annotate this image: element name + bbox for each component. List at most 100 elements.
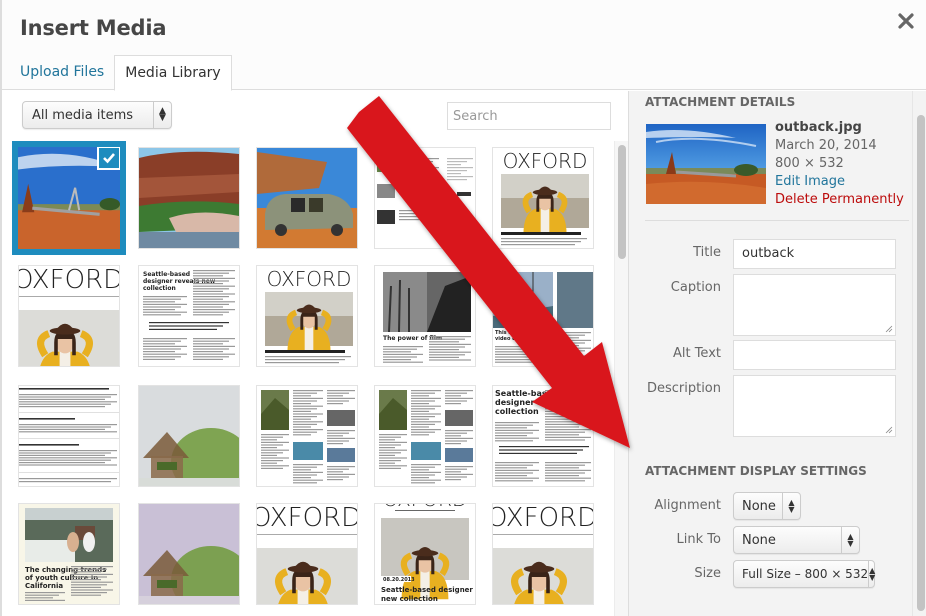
alt-text-label: Alt Text <box>672 346 721 361</box>
thumbnail-image: OXFORD <box>257 266 357 366</box>
details-divider <box>645 220 909 221</box>
svg-text:of youth culture in: of youth culture in <box>25 574 98 582</box>
attachment-thumbnail[interactable] <box>138 147 240 249</box>
attachment-sidebar: Attachment Details outback.jpg March 20,… <box>628 91 926 616</box>
select-arrows-icon: ▲ ▼ <box>841 527 859 553</box>
svg-text:OXFORD: OXFORD <box>19 266 119 295</box>
thumbnail-image <box>375 386 475 486</box>
link-to-value: None <box>742 532 776 548</box>
description-textarea[interactable] <box>733 375 896 437</box>
svg-text:The changing trends: The changing trends <box>25 566 106 574</box>
modal-tabs: Upload Files Media Library <box>10 55 232 91</box>
svg-text:OXFORD: OXFORD <box>493 504 593 533</box>
attachment-thumbnail[interactable] <box>256 385 358 487</box>
attachment-thumbnail[interactable]: OXFORD <box>492 147 594 249</box>
alignment-value: None <box>742 498 776 514</box>
sidebar-scrollbar[interactable] <box>912 91 926 616</box>
svg-text:video documentary: video documentary <box>495 336 550 342</box>
attachment-thumbnail[interactable]: OXFORD <box>18 265 120 367</box>
select-arrows-icon: ▲ ▼ <box>153 102 171 128</box>
attachment-thumbnail[interactable] <box>138 503 240 605</box>
size-select[interactable]: Full Size – 800 × 532 ▲ ▼ <box>733 560 875 588</box>
attachment-date: March 20, 2014 <box>775 138 877 153</box>
svg-text:08.20.2013: 08.20.2013 <box>383 577 415 583</box>
attachment-thumbnail[interactable] <box>374 385 476 487</box>
thumbnail-image <box>375 148 475 248</box>
svg-text:collection: collection <box>143 285 176 292</box>
attachment-thumbnail[interactable]: The changing trends of youth culture in Ca… <box>18 503 120 605</box>
thumbnail-image: OXFORD <box>19 266 119 366</box>
svg-text:Seattle-based: Seattle-based <box>143 271 190 278</box>
thumbnail-image <box>257 148 357 248</box>
attachment-thumbnail[interactable]: OXFORD <box>256 503 358 605</box>
attachment-thumbnail[interactable]: OXFORD <box>492 503 594 605</box>
size-value: Full Size – 800 × 532 <box>742 567 869 581</box>
svg-text:OXFORD: OXFORD <box>503 149 588 173</box>
thumbnail-image: OXFORD <box>257 504 357 604</box>
media-browser: All media items ▲▼ OXFORD OXFORD Seattle… <box>4 91 628 616</box>
attachment-thumbnail[interactable]: This storm will pass video documentary <box>492 265 594 367</box>
thumbnail-image: OXFORD <box>493 148 593 248</box>
svg-text:new collection: new collection <box>381 595 438 603</box>
title-label: Title <box>693 245 721 260</box>
edit-image-link[interactable]: Edit Image <box>775 173 904 191</box>
attachment-thumbnail[interactable] <box>14 143 124 253</box>
insert-media-modal: Insert Media Upload Files Media Library … <box>0 0 926 616</box>
attachment-thumbnail[interactable]: The power of film <box>374 265 476 367</box>
close-icon <box>898 13 914 29</box>
attachment-dimensions: 800 × 532 <box>775 156 844 171</box>
svg-text:OXFORD: OXFORD <box>267 267 352 291</box>
caption-label: Caption <box>670 280 721 295</box>
modal-header: Insert Media Upload Files Media Library <box>2 0 926 91</box>
media-filter-value: All media items <box>32 107 134 123</box>
thumbnail-image: This storm will passvideo documentary <box>493 266 593 366</box>
attachment-thumbnail[interactable]: Seattle-based designer reveals new collect… <box>492 385 594 487</box>
thumbnail-image: Seattle-baseddesigner reveals newcollect… <box>493 386 593 486</box>
attachment-thumbnail[interactable]: OXFORD <box>256 265 358 367</box>
attachment-thumbnail[interactable] <box>138 385 240 487</box>
delete-permanently-link[interactable]: Delete Permanently <box>775 191 904 209</box>
svg-text:California: California <box>25 582 63 590</box>
attachment-meta: outback.jpg March 20, 2014 800 × 532 Edi… <box>775 119 904 209</box>
attachment-thumbnail[interactable]: OXFORD 08.20.2013 Seattle-based designer … <box>374 503 476 605</box>
modal-title: Insert Media <box>20 16 167 40</box>
scrollbar-thumb[interactable] <box>917 115 925 611</box>
title-input[interactable]: outback <box>733 239 896 269</box>
thumbnail-image: OXFORD 08.20.2013 Seattle-based designer … <box>375 504 475 604</box>
display-settings-heading: Attachment Display Settings <box>645 464 867 478</box>
thumbnail-image: OXFORD <box>493 504 593 604</box>
svg-text:collection: collection <box>495 407 539 416</box>
svg-text:OXFORD: OXFORD <box>383 504 468 511</box>
thumbnail-image <box>19 386 119 486</box>
size-label: Size <box>694 566 721 581</box>
thumbnail-image <box>257 386 357 486</box>
media-filter-select[interactable]: All media items ▲ ▼ <box>22 101 172 129</box>
description-label: Description <box>646 381 721 396</box>
resize-grip-icon[interactable] <box>885 426 893 434</box>
thumbnail-image <box>139 386 239 486</box>
resize-grip-icon[interactable] <box>885 325 893 333</box>
svg-text:Seattle-based designer reveals: Seattle-based designer reveals <box>381 586 475 594</box>
attachment-thumbnail[interactable] <box>256 147 358 249</box>
attachment-thumbnail[interactable]: Seattle-based designer reveals new collect… <box>138 265 240 367</box>
attachment-thumbnail[interactable] <box>18 385 120 487</box>
tab-upload-files[interactable]: Upload Files <box>10 55 114 91</box>
thumbnail-image: The power of film <box>375 266 475 366</box>
selected-check-button[interactable] <box>97 147 120 170</box>
attachment-details-heading: Attachment Details <box>645 95 796 109</box>
search-input[interactable] <box>447 102 611 130</box>
tab-media-library[interactable]: Media Library <box>114 55 232 91</box>
scrollbar-thumb[interactable] <box>618 145 626 259</box>
alignment-select[interactable]: None ▲ ▼ <box>733 492 801 520</box>
alt-text-input[interactable] <box>733 340 896 370</box>
attachment-thumbnail[interactable] <box>374 147 476 249</box>
svg-text:OXFORD: OXFORD <box>257 504 357 533</box>
link-to-select[interactable]: None ▲ ▼ <box>733 526 860 554</box>
close-button[interactable] <box>897 12 915 30</box>
checkmark-icon <box>103 153 115 164</box>
caption-textarea[interactable] <box>733 274 896 336</box>
media-grid-scrollbar[interactable] <box>614 141 628 616</box>
thumbnail-image: The changing trendsof youth culture inCa… <box>19 504 119 604</box>
thumbnail-image: Seattle-baseddesigner reveals newcollect… <box>139 266 239 366</box>
link-to-label: Link To <box>676 532 721 547</box>
